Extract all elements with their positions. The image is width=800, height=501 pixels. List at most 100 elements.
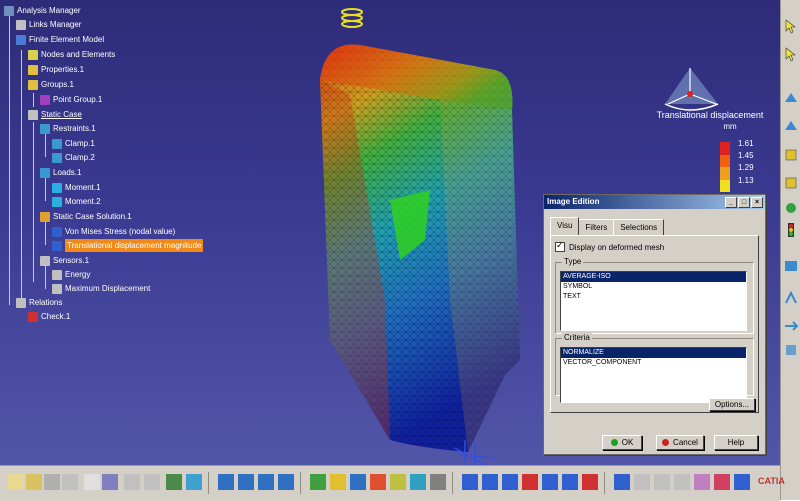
zoom-in-icon[interactable] bbox=[310, 474, 326, 490]
tree-item-point-group[interactable]: Point Group.1 bbox=[40, 93, 102, 106]
amplification-icon[interactable] bbox=[562, 474, 578, 490]
tree-item-links-manager[interactable]: Links Manager bbox=[16, 18, 81, 31]
shading-icon[interactable] bbox=[410, 474, 426, 490]
help-button[interactable]: Help bbox=[714, 435, 758, 450]
criteria-listbox[interactable]: NORMALIZE VECTOR_COMPONENT bbox=[560, 347, 747, 403]
image-edition-dialog[interactable]: Image Edition _ □ × Visu Filters Selecti… bbox=[543, 194, 766, 455]
tree-item-von-mises-stress[interactable]: Von Mises Stress (nodal value) bbox=[52, 225, 175, 238]
sensor-icon[interactable] bbox=[614, 474, 630, 490]
print-icon[interactable] bbox=[62, 474, 78, 490]
search-icon[interactable] bbox=[166, 474, 182, 490]
tree-item-static-case[interactable]: Static Case bbox=[28, 108, 82, 121]
minimize-button[interactable]: _ bbox=[725, 197, 737, 208]
redo-icon[interactable] bbox=[144, 474, 160, 490]
tree-item-finite-element-model[interactable]: Finite Element Model bbox=[16, 33, 104, 46]
cut-plane-icon[interactable] bbox=[783, 342, 799, 358]
paste-icon[interactable] bbox=[102, 474, 118, 490]
tree-item-relations[interactable]: Relations bbox=[16, 296, 62, 309]
legend-title: Translational displacement bbox=[656, 110, 764, 120]
tree-item-nodes-and-elements[interactable]: Nodes and Elements bbox=[28, 48, 115, 61]
tab-selections[interactable]: Selections bbox=[613, 219, 665, 235]
tree-item-analysis-manager[interactable]: Analysis Manager bbox=[4, 4, 81, 17]
options-button[interactable]: Options... bbox=[709, 398, 755, 411]
criteria-option-normalize[interactable]: NORMALIZE bbox=[561, 348, 746, 358]
zoom-out-icon[interactable] bbox=[330, 474, 346, 490]
tree-item-loads[interactable]: Loads.1 bbox=[40, 166, 81, 179]
tree-item-moment-1[interactable]: Moment.1 bbox=[52, 181, 101, 194]
type-listbox[interactable]: AVERAGE-ISO SYMBOL TEXT bbox=[560, 271, 747, 331]
multi-view-icon[interactable] bbox=[370, 474, 386, 490]
deformation-icon[interactable] bbox=[783, 290, 799, 306]
display-deformed-checkbox[interactable]: Display on deformed mesh bbox=[555, 240, 664, 252]
tree-item-properties[interactable]: Properties.1 bbox=[28, 63, 84, 76]
tree-item-restraints[interactable]: Restraints.1 bbox=[40, 122, 96, 135]
rotate-icon[interactable] bbox=[278, 474, 294, 490]
image-icon[interactable] bbox=[502, 474, 518, 490]
undo-icon[interactable] bbox=[124, 474, 140, 490]
cube-icon[interactable] bbox=[783, 174, 799, 190]
close-button[interactable]: × bbox=[751, 197, 763, 208]
copy-icon[interactable] bbox=[84, 474, 100, 490]
maximize-button[interactable]: □ bbox=[738, 197, 750, 208]
tree-icon[interactable] bbox=[186, 474, 202, 490]
knowledge-icon[interactable] bbox=[734, 474, 750, 490]
legend-unit: mm bbox=[723, 122, 737, 131]
tree-item-clamp-2[interactable]: Clamp.2 bbox=[52, 151, 95, 164]
cancel-label: Cancel bbox=[673, 438, 698, 447]
properties-icon bbox=[28, 64, 38, 75]
tree-item-static-case-solution[interactable]: Static Case Solution.1 bbox=[40, 210, 132, 223]
fem-mesh-model[interactable] bbox=[290, 0, 550, 465]
tree-item-check[interactable]: Check.1 bbox=[28, 310, 70, 323]
scissors-icon[interactable] bbox=[674, 474, 690, 490]
checkbox-checked-icon[interactable] bbox=[555, 240, 565, 252]
legend-swatch bbox=[720, 142, 730, 155]
type-option-text[interactable]: TEXT bbox=[561, 292, 746, 302]
sensor-icon bbox=[52, 269, 62, 280]
criteria-option-vector-component[interactable]: VECTOR_COMPONENT bbox=[561, 358, 746, 368]
animate-icon[interactable] bbox=[522, 474, 538, 490]
new-icon[interactable] bbox=[8, 474, 24, 490]
compute-icon[interactable] bbox=[462, 474, 478, 490]
select-arrow-icon[interactable] bbox=[783, 18, 799, 34]
extrema-icon[interactable] bbox=[582, 474, 598, 490]
tree-item-translational-displacement[interactable]: Translational displacement magnitude bbox=[52, 239, 204, 252]
tab-filters[interactable]: Filters bbox=[578, 219, 615, 235]
save-icon[interactable] bbox=[44, 474, 60, 490]
fit-all-icon[interactable] bbox=[238, 474, 254, 490]
sphere-icon[interactable] bbox=[783, 200, 799, 216]
cube-icon[interactable] bbox=[783, 146, 799, 162]
dialog-titlebar[interactable]: Image Edition _ □ × bbox=[544, 195, 765, 209]
ok-button[interactable]: OK bbox=[602, 435, 642, 450]
tree-item-groups[interactable]: Groups.1 bbox=[28, 78, 74, 91]
specification-tree[interactable]: Analysis Manager Links Manager Finite El… bbox=[2, 2, 222, 332]
3d-viewport[interactable]: Analysis Manager Links Manager Finite El… bbox=[0, 0, 780, 465]
animate-icon[interactable] bbox=[783, 318, 799, 334]
fly-mode-icon[interactable] bbox=[218, 474, 234, 490]
compass-icon[interactable] bbox=[660, 64, 722, 112]
tab-visu[interactable]: Visu bbox=[550, 217, 580, 235]
cancel-button[interactable]: Cancel bbox=[656, 435, 704, 450]
curve-icon[interactable] bbox=[694, 474, 710, 490]
tree-item-maximum-displacement[interactable]: Maximum Displacement bbox=[52, 282, 150, 295]
report-icon[interactable] bbox=[482, 474, 498, 490]
tree-item-sensors[interactable]: Sensors.1 bbox=[40, 254, 89, 267]
mesh-part-icon[interactable] bbox=[783, 90, 799, 106]
mesh-part-icon[interactable] bbox=[783, 118, 799, 134]
traffic-light-icon[interactable] bbox=[783, 222, 799, 238]
edit-arrow-icon[interactable] bbox=[783, 46, 799, 62]
tree-item-energy[interactable]: Energy bbox=[52, 268, 90, 281]
image-display-icon[interactable] bbox=[783, 258, 799, 274]
open-icon[interactable] bbox=[26, 474, 42, 490]
hide-show-icon[interactable] bbox=[430, 474, 446, 490]
isometric-view-icon[interactable] bbox=[390, 474, 406, 490]
measure-icon[interactable] bbox=[634, 474, 650, 490]
tree-item-moment-2[interactable]: Moment.2 bbox=[52, 195, 101, 208]
normal-view-icon[interactable] bbox=[350, 474, 366, 490]
tree-item-clamp-1[interactable]: Clamp.1 bbox=[52, 137, 95, 150]
cut-plane-icon[interactable] bbox=[542, 474, 558, 490]
bookmark-icon[interactable] bbox=[654, 474, 670, 490]
pan-icon[interactable] bbox=[258, 474, 274, 490]
type-option-average-iso[interactable]: AVERAGE-ISO bbox=[561, 272, 746, 282]
type-option-symbol[interactable]: SYMBOL bbox=[561, 282, 746, 292]
law-icon[interactable] bbox=[714, 474, 730, 490]
